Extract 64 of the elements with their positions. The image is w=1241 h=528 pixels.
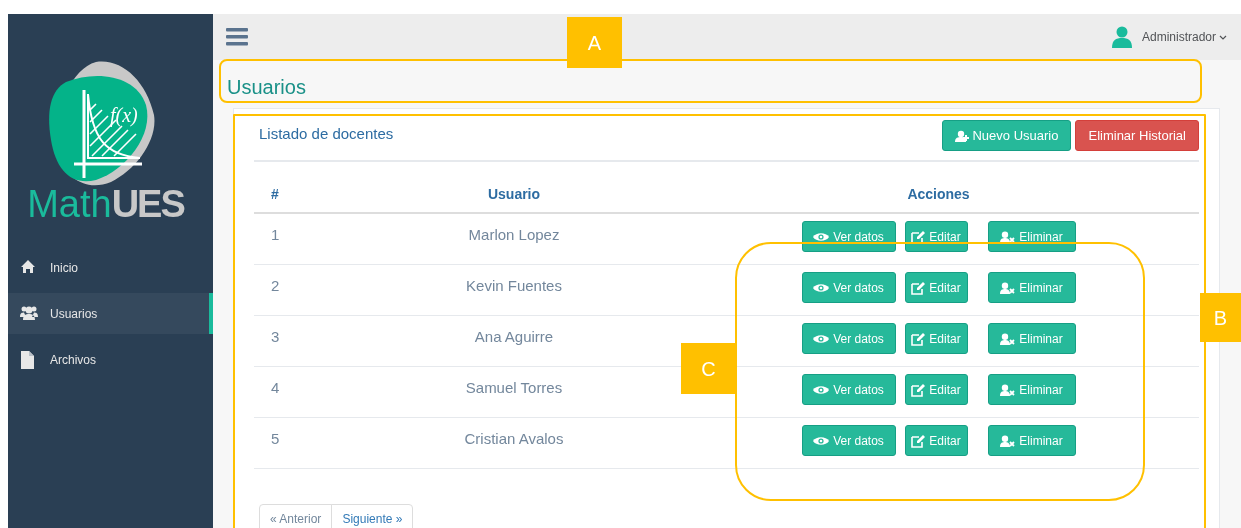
table-cell-text: Samuel Torres <box>464 378 564 398</box>
eye-icon <box>813 435 830 446</box>
column-header: # <box>270 184 280 204</box>
add-user-icon <box>955 129 970 142</box>
eye-icon <box>813 282 830 293</box>
table-cell-text: 4 <box>270 378 281 398</box>
button[interactable]: Eliminar <box>987 221 1076 252</box>
button[interactable]: Eliminar <box>987 374 1076 405</box>
annotation-label: C <box>681 343 736 394</box>
annotation-label: A <box>567 17 622 68</box>
pagination-link[interactable]: « Anterior <box>259 504 333 528</box>
table-cell-text: Cristian Avalos <box>463 429 565 449</box>
column-header: Acciones <box>906 184 971 204</box>
remove-user-icon <box>1000 434 1016 447</box>
table-cell-text: 5 <box>270 429 281 449</box>
button[interactable]: Eliminar <box>987 272 1076 303</box>
page-title: Usuarios <box>227 75 306 100</box>
button[interactable]: Eliminar <box>987 425 1076 456</box>
button[interactable]: Nuevo Usuario <box>942 120 1072 151</box>
edit-icon <box>911 331 926 346</box>
pagination-link[interactable]: Siguiente » <box>331 504 414 528</box>
button[interactable]: Editar <box>904 425 968 456</box>
button[interactable]: Ver datos <box>801 323 896 354</box>
edit-icon <box>911 382 926 397</box>
logo-text: UES <box>111 184 184 224</box>
table-cell-text: 1 <box>270 225 281 245</box>
sidebar-item[interactable]: Usuarios <box>8 293 213 334</box>
caret-icon <box>1219 34 1227 40</box>
eye-icon <box>813 384 830 395</box>
column-header: Usuario <box>486 184 542 204</box>
user-menu[interactable]: Administrador <box>1141 28 1227 46</box>
user-icon <box>1111 26 1132 48</box>
button[interactable]: Editar <box>904 272 968 303</box>
sidebar-item[interactable]: Archivos <box>8 339 213 380</box>
sidebar-item[interactable]: Inicio <box>8 247 213 288</box>
button[interactable]: Editar <box>904 323 968 354</box>
button[interactable]: Eliminar <box>987 323 1076 354</box>
eye-icon <box>813 231 830 242</box>
remove-user-icon <box>1000 230 1016 243</box>
button[interactable]: Ver datos <box>801 272 896 303</box>
annotation-label: B <box>1200 293 1241 342</box>
table-cell-text: Ana Aguirre <box>473 327 555 347</box>
formula-text: f(x) <box>109 104 138 126</box>
remove-user-icon <box>1000 383 1016 396</box>
edit-icon <box>911 433 926 448</box>
remove-user-icon <box>1000 281 1016 294</box>
table-cell-text: Kevin Fuentes <box>465 276 563 296</box>
button[interactable]: Ver datos <box>801 425 896 456</box>
button[interactable]: Eliminar Historial <box>1075 120 1199 151</box>
menu-icon[interactable] <box>226 28 248 46</box>
button[interactable]: Ver datos <box>801 221 896 252</box>
button[interactable]: Editar <box>904 221 968 252</box>
table-cell-text: 3 <box>270 327 281 347</box>
logo-text: Math <box>27 184 112 224</box>
panel-title: Listado de docentes <box>259 124 394 144</box>
button[interactable]: Ver datos <box>801 374 896 405</box>
users-icon <box>20 304 38 323</box>
edit-icon <box>911 280 926 295</box>
table-cell-text: 2 <box>270 276 281 296</box>
eye-icon <box>813 333 830 344</box>
remove-user-icon <box>1000 332 1016 345</box>
button[interactable]: Editar <box>904 374 968 405</box>
edit-icon <box>911 229 926 244</box>
table-cell-text: Marlon Lopez <box>467 225 561 245</box>
